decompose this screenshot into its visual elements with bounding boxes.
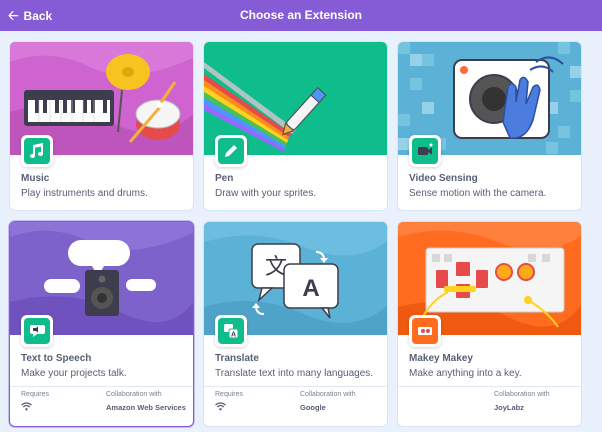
extension-card-music[interactable]: Music Play instruments and drums. [9, 41, 194, 211]
extension-card-makey-makey[interactable]: Makey Makey Make anything into a key. Co… [397, 221, 582, 427]
collaboration-value: Google [300, 403, 326, 412]
requires-label: Requires [21, 391, 50, 398]
wifi-icon [215, 402, 226, 414]
header-bar: 🡠 Back Choose an Extension [0, 0, 602, 31]
extension-badge [215, 135, 247, 167]
extension-name: Text to Speech [21, 353, 92, 364]
extension-card-translate[interactable]: 文 A A Translate Translate text into many… [203, 221, 388, 427]
speaker-speech-icon [24, 318, 50, 344]
extension-card-pen[interactable]: Pen Draw with your sprites. [203, 41, 388, 211]
pen-icon [218, 138, 244, 164]
page-title: Choose an Extension [239, 8, 363, 22]
extension-badge [409, 135, 441, 167]
translate-icon: A [218, 318, 244, 344]
extension-badge [21, 135, 53, 167]
collaboration-label: Collaboration with [494, 391, 550, 398]
extension-badge [21, 315, 53, 347]
extension-name: Makey Makey [409, 353, 473, 364]
card-divider [10, 386, 193, 387]
extension-badge [409, 315, 441, 347]
extension-description: Play instruments and drums. [21, 188, 148, 199]
extension-card-video-sensing[interactable]: Video Sensing Sense motion with the came… [397, 41, 582, 211]
video-camera-icon [412, 138, 438, 164]
extension-description: Translate text into many languages. [215, 368, 374, 379]
collaboration-value: Amazon Web Services [106, 403, 186, 412]
requires-label: Requires [215, 391, 244, 398]
collaboration-value: JoyLabz [494, 403, 525, 412]
extension-description: Make your projects talk. [21, 368, 127, 379]
extension-name: Pen [215, 173, 234, 184]
card-divider [398, 386, 581, 387]
extension-name: Translate [215, 353, 259, 364]
collaboration-label: Collaboration with [106, 391, 162, 398]
card-divider [204, 386, 387, 387]
extension-card-text-to-speech[interactable]: Text to Speech Make your projects talk. … [9, 221, 194, 427]
extension-description: Draw with your sprites. [215, 188, 317, 199]
wifi-icon [21, 402, 32, 414]
extension-name: Music [21, 173, 50, 184]
svg-text:A: A [231, 332, 236, 339]
extension-description: Sense motion with the camera. [409, 188, 547, 199]
extension-description: Make anything into a key. [409, 368, 522, 379]
music-notes-icon [24, 138, 50, 164]
extension-name: Video Sensing [409, 173, 478, 184]
collaboration-label: Collaboration with [300, 391, 356, 398]
svg-text:A: A [302, 275, 319, 302]
extension-badge: A [215, 315, 247, 347]
makey-makey-icon [412, 318, 438, 344]
